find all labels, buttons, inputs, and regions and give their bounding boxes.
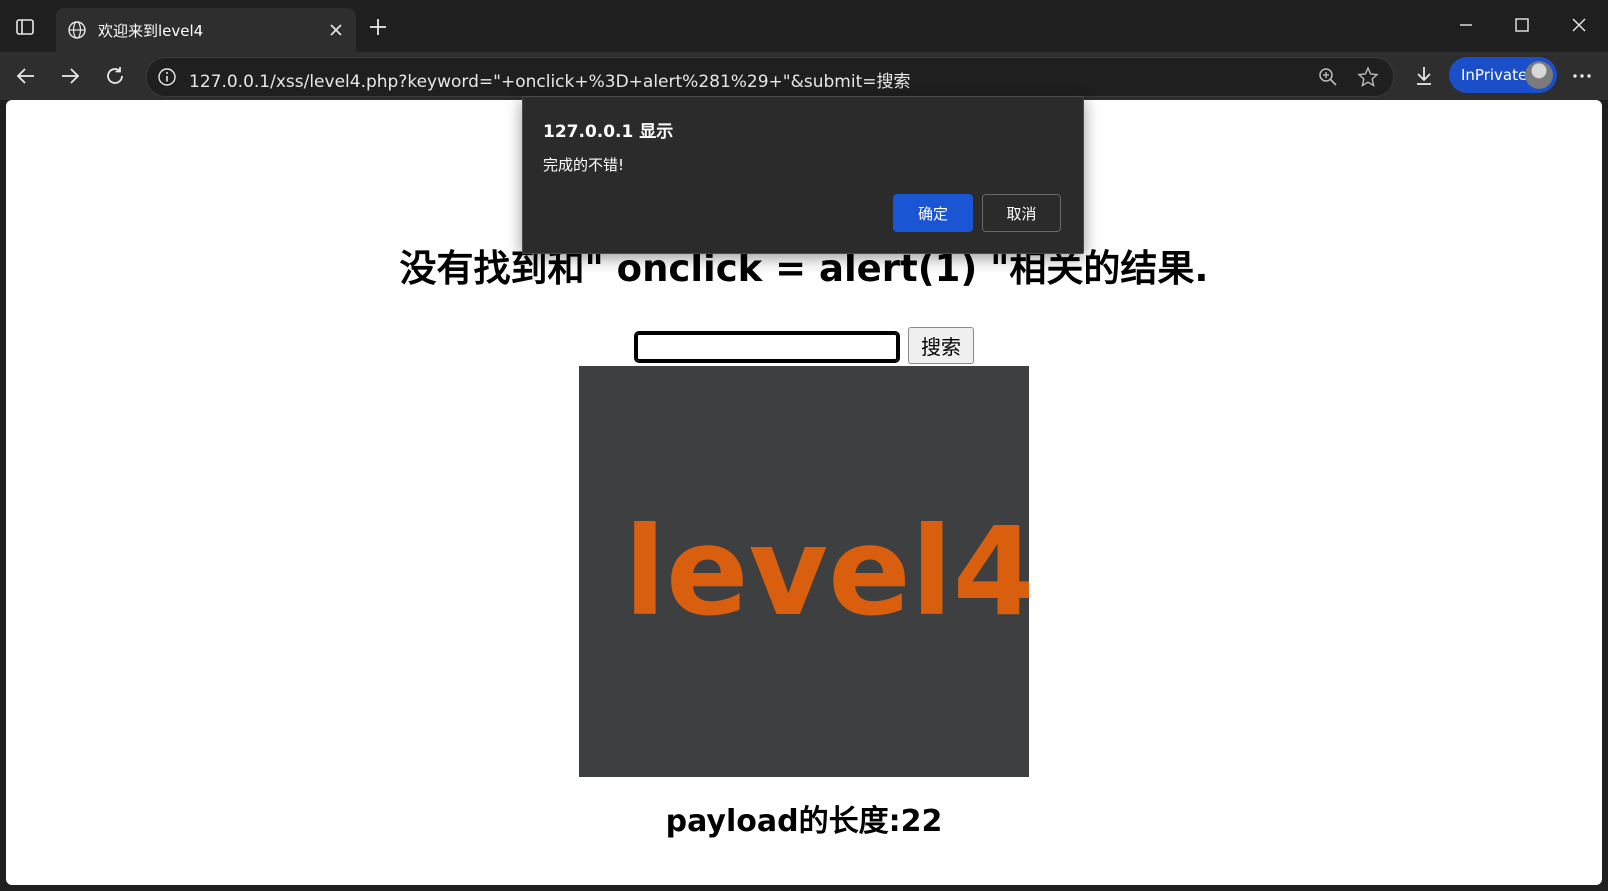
new-tab-icon[interactable] bbox=[368, 17, 388, 37]
level4-logo-image: level4 bbox=[579, 366, 1038, 777]
ok-button[interactable]: 确定 bbox=[893, 194, 973, 232]
maximize-icon[interactable] bbox=[1511, 14, 1533, 36]
more-options-icon[interactable] bbox=[1570, 64, 1594, 88]
favorite-star-icon[interactable] bbox=[1357, 66, 1379, 88]
window-close-icon[interactable] bbox=[1568, 14, 1590, 36]
dialog-message: 完成的不错! bbox=[543, 156, 625, 174]
tab-title: 欢迎来到level4 bbox=[98, 22, 204, 40]
level4-logo: level4 bbox=[624, 501, 1038, 643]
download-icon[interactable] bbox=[1412, 64, 1436, 88]
browser-toolbar: 127.0.0.1/xss/level4.php?keyword="+oncli… bbox=[0, 52, 1608, 100]
inprivate-label: InPrivate bbox=[1461, 66, 1528, 84]
close-tab-icon[interactable] bbox=[326, 20, 346, 40]
tab-actions-icon[interactable] bbox=[14, 16, 36, 38]
tab-active[interactable]: 欢迎来到level4 bbox=[56, 8, 356, 52]
tab-bar: 欢迎来到level4 bbox=[0, 0, 1608, 52]
refresh-icon[interactable] bbox=[103, 64, 127, 88]
search-input[interactable] bbox=[634, 331, 900, 363]
alert-dialog: 127.0.0.1 显示 完成的不错! 确定 取消 bbox=[522, 96, 1084, 254]
url-text[interactable]: 127.0.0.1/xss/level4.php?keyword="+oncli… bbox=[189, 67, 911, 92]
cancel-button[interactable]: 取消 bbox=[982, 194, 1061, 232]
inprivate-button[interactable]: InPrivate bbox=[1449, 57, 1557, 93]
search-button[interactable]: 搜索 bbox=[908, 327, 974, 364]
dialog-title: 127.0.0.1 显示 bbox=[543, 122, 674, 142]
globe-icon bbox=[68, 21, 86, 39]
minimize-icon[interactable] bbox=[1455, 14, 1477, 36]
logo-text: level4 bbox=[624, 501, 1029, 643]
address-bar[interactable]: 127.0.0.1/xss/level4.php?keyword="+oncli… bbox=[146, 57, 1394, 97]
back-icon[interactable] bbox=[14, 64, 38, 88]
site-info-icon[interactable] bbox=[157, 67, 177, 87]
zoom-icon[interactable] bbox=[1317, 66, 1339, 88]
payload-length: payload的长度:22 bbox=[665, 804, 943, 839]
forward-icon[interactable] bbox=[58, 64, 82, 88]
browser-window: 欢迎来到level4 127.0.0.1/xss/level4.php?keyw… bbox=[0, 0, 1608, 891]
profile-avatar bbox=[1525, 61, 1553, 89]
